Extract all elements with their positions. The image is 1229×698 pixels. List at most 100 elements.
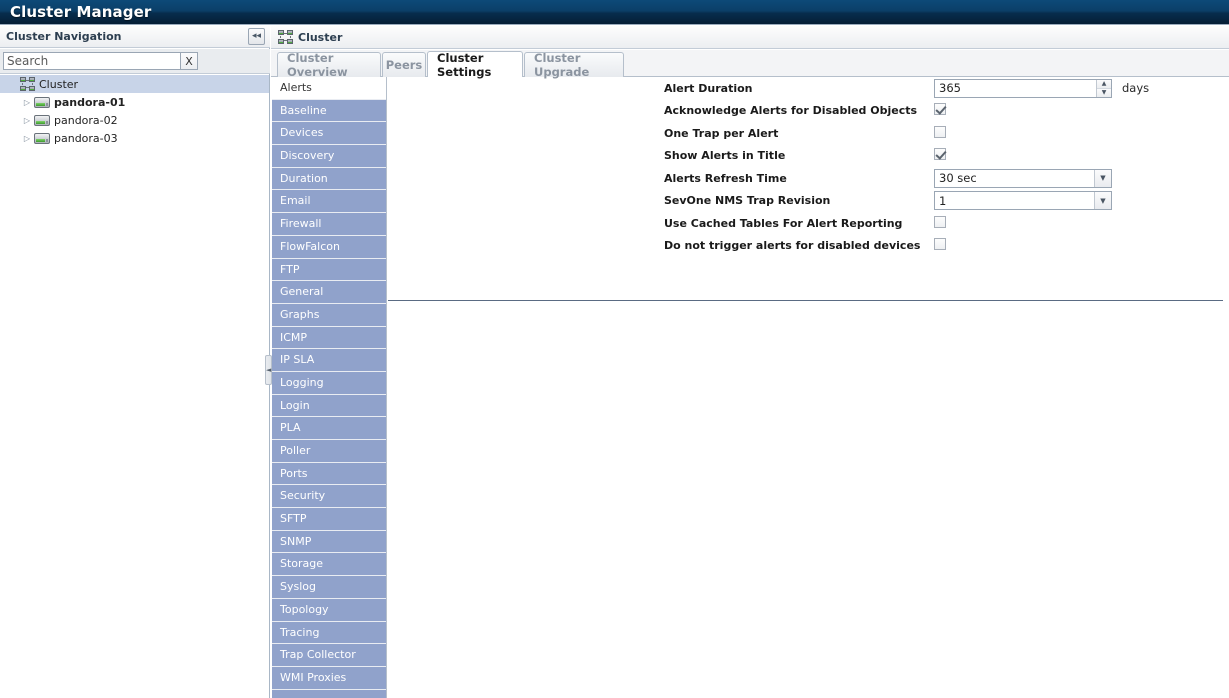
alert-duration-unit: days: [1122, 81, 1150, 96]
no-trigger-disabled-field: [934, 238, 946, 253]
use-cached-tables-field: [934, 215, 946, 231]
cluster-navigation-panel: Cluster Navigation ◂◂ X Cluster ▷ pandora-…: [0, 26, 270, 698]
show-alerts-in-title-checkbox[interactable]: [934, 148, 946, 161]
nav-panel-title: Cluster Navigation: [6, 30, 122, 43]
panel-splitter-handle[interactable]: ◄: [265, 355, 272, 385]
category-syslog[interactable]: Syslog: [272, 576, 386, 599]
tab-cluster-upgrade[interactable]: Cluster Upgrade: [524, 51, 624, 79]
alert-duration-input[interactable]: [935, 79, 1090, 97]
use-cached-tables-checkbox[interactable]: [934, 215, 946, 228]
device-icon: [34, 132, 50, 144]
expand-arrow-icon[interactable]: ▷: [20, 98, 34, 107]
category-wmi-proxies[interactable]: WMI Proxies: [272, 666, 386, 690]
collapse-left-icon[interactable]: ◂◂: [248, 28, 265, 45]
category-ftp[interactable]: FTP: [272, 258, 386, 282]
category-ip-sla[interactable]: IP SLA: [272, 349, 386, 372]
category-discovery[interactable]: Discovery: [272, 145, 386, 168]
trap-revision-field: 1 ▼: [934, 191, 1112, 211]
no-trigger-disabled-label: Do not trigger alerts for disabled devic…: [664, 239, 921, 253]
category-email[interactable]: Email: [272, 190, 386, 214]
alerts-refresh-time-select[interactable]: 30 sec ▼: [934, 168, 1112, 188]
category-devices[interactable]: Devices: [272, 122, 386, 146]
category-snmp[interactable]: SNMP: [272, 530, 386, 554]
category-pla[interactable]: PLA: [272, 417, 386, 440]
acknowledge-alerts-checkbox[interactable]: [934, 103, 946, 116]
expand-arrow-icon[interactable]: ▷: [20, 116, 34, 125]
form-button-bar: Save Reset: [388, 303, 1223, 343]
category-security[interactable]: Security: [272, 485, 386, 509]
form-row-show-alerts-in-title: Show Alerts in Title: [387, 145, 1229, 168]
tree-item-label: pandora-01: [54, 95, 126, 109]
category-flowfalcon[interactable]: FlowFalcon: [272, 235, 386, 259]
nav-search-row: X: [0, 49, 270, 74]
category-tracing[interactable]: Tracing: [272, 621, 386, 645]
category-storage[interactable]: Storage: [272, 553, 386, 577]
tree-item-pandora-01[interactable]: ▷ pandora-01: [0, 93, 269, 111]
alerts-refresh-time-value: 30 sec: [939, 171, 977, 186]
form-row-alerts-refresh-time: Alerts Refresh Time 30 sec ▼: [387, 167, 1229, 190]
window-title: Cluster Manager: [10, 3, 152, 21]
cluster-icon: [278, 30, 293, 44]
alert-duration-label: Alert Duration: [664, 81, 753, 95]
tab-strip: Cluster Overview Peers Cluster Settings Clu…: [271, 50, 1229, 79]
form-row-trap-revision: SevOne NMS Trap Revision 1 ▼: [387, 190, 1229, 213]
tab-cluster-settings[interactable]: Cluster Settings: [427, 50, 523, 79]
tab-label: Cluster Overview: [287, 51, 348, 79]
no-trigger-disabled-checkbox[interactable]: [934, 238, 946, 251]
category-duration[interactable]: Duration: [272, 167, 386, 191]
one-trap-per-alert-field: [934, 125, 946, 141]
alert-duration-stepper[interactable]: ▲ ▼: [934, 78, 1112, 98]
content-header: Cluster: [271, 26, 1229, 49]
stepper-buttons[interactable]: ▲ ▼: [1096, 79, 1111, 97]
category-firewall[interactable]: Firewall: [272, 213, 386, 236]
category-baseline[interactable]: Baseline: [272, 99, 386, 123]
category-trap-collector[interactable]: Trap Collector: [272, 644, 386, 667]
category-login[interactable]: Login: [272, 394, 386, 418]
trap-revision-select[interactable]: 1 ▼: [934, 191, 1112, 211]
category-general[interactable]: General: [272, 281, 386, 304]
category-graphs[interactable]: Graphs: [272, 303, 386, 327]
tree-item-pandora-02[interactable]: ▷ pandora-02: [0, 111, 269, 129]
tab-label: Cluster Settings: [437, 50, 492, 79]
category-ports[interactable]: Ports: [272, 462, 386, 486]
form-row-acknowledge-alerts: Acknowledge Alerts for Disabled Objects: [387, 100, 1229, 123]
alerts-refresh-time-label: Alerts Refresh Time: [664, 171, 787, 185]
search-input[interactable]: [3, 52, 181, 70]
tree-item-cluster[interactable]: Cluster: [0, 75, 269, 93]
one-trap-per-alert-label: One Trap per Alert: [664, 126, 779, 140]
stepper-up-icon[interactable]: ▲: [1097, 79, 1111, 89]
category-poller[interactable]: Poller: [272, 440, 386, 463]
chevron-down-icon[interactable]: ▼: [1094, 169, 1111, 187]
category-sftp[interactable]: SFTP: [272, 508, 386, 531]
form-row-no-trigger-disabled: Do not trigger alerts for disabled devic…: [387, 235, 1229, 258]
tab-label: Cluster Upgrade: [534, 51, 590, 79]
form-row-use-cached-tables: Use Cached Tables For Alert Reporting: [387, 212, 1229, 235]
device-icon: [34, 114, 50, 126]
tab-cluster-overview[interactable]: Cluster Overview: [277, 51, 381, 79]
category-alerts[interactable]: Alerts: [272, 77, 386, 100]
content-header-title: Cluster: [298, 30, 343, 44]
nav-panel-header: Cluster Navigation ◂◂: [0, 26, 270, 48]
settings-category-list: Alerts Baseline Devices Discovery Duration Em…: [272, 77, 387, 698]
one-trap-per-alert-checkbox[interactable]: [934, 125, 946, 138]
stepper-down-icon[interactable]: ▼: [1097, 88, 1111, 97]
trap-revision-value: 1: [939, 193, 947, 208]
tab-peers[interactable]: Peers: [382, 52, 426, 77]
device-icon: [34, 96, 50, 108]
show-alerts-in-title-field: [934, 148, 946, 163]
expand-arrow-icon[interactable]: ▷: [20, 134, 34, 143]
alerts-refresh-time-field: 30 sec ▼: [934, 168, 1112, 188]
cluster-icon: [20, 77, 35, 91]
cluster-manager-app: Cluster Manager Cluster Navigation ◂◂ X …: [0, 0, 1229, 698]
form-row-one-trap-per-alert: One Trap per Alert: [387, 122, 1229, 145]
form-row-alert-duration: Alert Duration ▲ ▼ days: [387, 77, 1229, 100]
chevron-down-icon[interactable]: ▼: [1094, 192, 1111, 210]
search-clear-button[interactable]: X: [181, 52, 198, 70]
category-item[interactable]: [272, 689, 386, 698]
tree-item-pandora-03[interactable]: ▷ pandora-03: [0, 129, 269, 147]
category-topology[interactable]: Topology: [272, 598, 386, 622]
trap-revision-label: SevOne NMS Trap Revision: [664, 194, 831, 208]
acknowledge-alerts-field: [934, 103, 946, 118]
category-logging[interactable]: Logging: [272, 371, 386, 395]
category-icmp[interactable]: ICMP: [272, 326, 386, 350]
